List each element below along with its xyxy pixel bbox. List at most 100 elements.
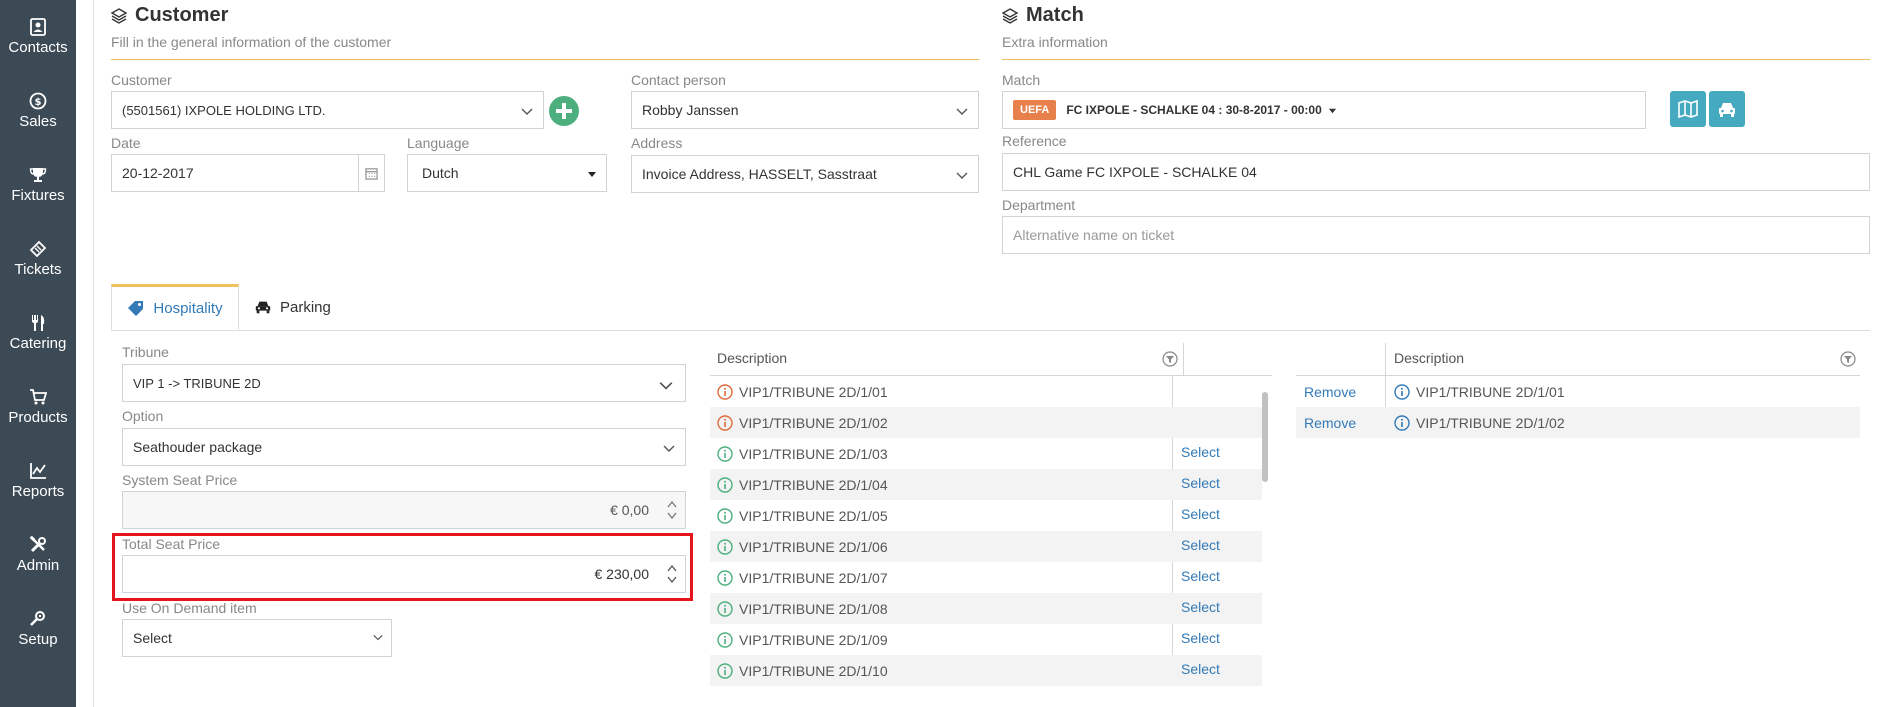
- info-icon[interactable]: [717, 631, 733, 648]
- sidebar: Contacts $ Sales Fixtures Tickets Cateri…: [0, 0, 76, 707]
- table-row: VIP1/TRIBUNE 2D/1/07: [710, 562, 1262, 593]
- total-seat-price-value: € 230,00: [594, 566, 650, 582]
- system-seat-price-value: € 0,00: [610, 502, 649, 518]
- table-row: VIP1/TRIBUNE 2D/1/09: [710, 624, 1262, 655]
- calendar-button[interactable]: [358, 155, 384, 191]
- sidebar-item-tickets[interactable]: Tickets: [0, 222, 76, 296]
- sidebar-item-contacts[interactable]: Contacts: [0, 0, 76, 74]
- info-icon[interactable]: [717, 662, 733, 679]
- tab-parking[interactable]: Parking: [254, 284, 354, 330]
- selected-seat-cell: VIP1/TRIBUNE 2D/1/02: [1394, 415, 1565, 431]
- selected-seat-cell: VIP1/TRIBUNE 2D/1/01: [1394, 384, 1565, 400]
- table-row: VIP1/TRIBUNE 2D/1/04: [710, 469, 1262, 500]
- address-select[interactable]: Invoice Address, HASSELT, Sasstraat: [631, 155, 979, 193]
- chevron-up-icon[interactable]: [667, 565, 677, 572]
- car-icon: [255, 301, 271, 314]
- chevron-down-icon: [521, 108, 533, 115]
- tribune-select[interactable]: VIP 1 -> TRIBUNE 2D: [122, 364, 686, 402]
- info-icon[interactable]: [717, 414, 733, 431]
- tab-strip-border: [111, 330, 1870, 331]
- setup-icon: [30, 611, 45, 626]
- info-icon[interactable]: [717, 383, 733, 400]
- sidebar-item-catering[interactable]: Catering: [0, 296, 76, 370]
- selected-description-header: Description: [1394, 350, 1465, 366]
- option-select[interactable]: Seathouder package: [122, 428, 686, 466]
- dollar-icon: $: [29, 92, 47, 110]
- on-demand-select[interactable]: Select: [122, 619, 392, 657]
- system-seat-price-label: System Seat Price: [122, 472, 238, 488]
- table-row: VIP1/TRIBUNE 2D/1/01: [710, 376, 1262, 407]
- select-seat-link[interactable]: Select: [1181, 599, 1220, 615]
- info-icon[interactable]: [717, 538, 733, 555]
- chevron-up-icon[interactable]: [667, 501, 677, 508]
- on-demand-label: Use On Demand item: [122, 600, 257, 616]
- language-select[interactable]: Dutch: [407, 154, 607, 192]
- select-seat-link[interactable]: Select: [1181, 444, 1220, 460]
- table-row: Remove VIP1/TRIBUNE 2D/1/02: [1296, 407, 1860, 438]
- seat-description: VIP1/TRIBUNE 2D/1/03: [739, 445, 888, 462]
- filter-icon[interactable]: [1162, 351, 1178, 367]
- select-seat-link[interactable]: Select: [1181, 661, 1220, 677]
- system-seat-price-spinner[interactable]: [659, 492, 685, 528]
- chevron-down-icon: [956, 172, 968, 179]
- seat-description: VIP1/TRIBUNE 2D/1/04: [739, 476, 888, 493]
- info-icon[interactable]: [1394, 414, 1410, 431]
- sidebar-item-products[interactable]: Products: [0, 370, 76, 444]
- remove-seat-link[interactable]: Remove: [1304, 384, 1356, 400]
- system-seat-price-input[interactable]: € 0,00: [122, 491, 686, 529]
- chart-icon: [30, 463, 46, 479]
- select-seat-link[interactable]: Select: [1181, 630, 1220, 646]
- sidebar-item-fixtures[interactable]: Fixtures: [0, 148, 76, 222]
- sidebar-item-reports[interactable]: Reports: [0, 444, 76, 518]
- select-seat-link[interactable]: Select: [1181, 537, 1220, 553]
- cutlery-icon: [32, 315, 45, 331]
- layers-icon: [111, 7, 127, 24]
- sidebar-item-admin[interactable]: Admin: [0, 518, 76, 592]
- chevron-down-icon[interactable]: [667, 576, 677, 583]
- info-icon[interactable]: [717, 569, 733, 586]
- contacts-icon: [30, 18, 46, 36]
- map-button[interactable]: [1670, 91, 1706, 127]
- select-seat-link[interactable]: Select: [1181, 568, 1220, 584]
- cart-icon: [30, 389, 47, 405]
- remove-seat-link[interactable]: Remove: [1304, 415, 1356, 431]
- select-seat-link[interactable]: Select: [1181, 506, 1220, 522]
- tools-icon: [29, 536, 46, 553]
- chevron-down-icon: [663, 445, 675, 452]
- seat-description: VIP1/TRIBUNE 2D/1/09: [739, 631, 888, 648]
- sidebar-item-sales[interactable]: $ Sales: [0, 74, 76, 148]
- tab-hospitality[interactable]: Hospitality: [111, 284, 239, 330]
- ticket-icon: [29, 240, 47, 258]
- department-label: Department: [1002, 197, 1076, 213]
- match-select[interactable]: UEFA FC IXPOLE - SCHALKE 04 : 30-8-2017 …: [1002, 91, 1646, 129]
- info-icon[interactable]: [1394, 383, 1410, 400]
- date-field[interactable]: 20-12-2017: [111, 154, 385, 192]
- filter-icon[interactable]: [1840, 351, 1856, 367]
- sidebar-item-label: Contacts: [8, 39, 68, 56]
- scrollbar-thumb[interactable]: [1262, 392, 1268, 482]
- info-icon[interactable]: [717, 445, 733, 462]
- select-seat-link[interactable]: Select: [1181, 475, 1220, 491]
- info-icon[interactable]: [717, 600, 733, 617]
- department-input[interactable]: Alternative name on ticket: [1002, 216, 1870, 254]
- contact-person-select[interactable]: Robby Janssen: [631, 91, 979, 129]
- option-label: Option: [122, 408, 164, 424]
- sidebar-item-setup[interactable]: Setup: [0, 592, 76, 666]
- customer-select[interactable]: (5501561) IXPOLE HOLDING LTD.: [111, 91, 544, 129]
- chevron-down-icon[interactable]: [667, 512, 677, 519]
- date-value: 20-12-2017: [122, 165, 194, 181]
- table-row: VIP1/TRIBUNE 2D/1/06: [710, 531, 1262, 562]
- available-description-header: Description: [717, 350, 788, 366]
- contact-person-label: Contact person: [631, 72, 726, 88]
- total-seat-price-input[interactable]: € 230,00: [122, 555, 686, 593]
- info-icon[interactable]: [717, 476, 733, 493]
- reference-input[interactable]: CHL Game FC IXPOLE - SCHALKE 04: [1002, 153, 1870, 191]
- car-button[interactable]: [1709, 91, 1745, 127]
- total-seat-price-spinner[interactable]: [659, 556, 685, 592]
- caret-down-icon: [1328, 108, 1336, 113]
- match-section-title: Match: [1002, 4, 1084, 27]
- sidebar-item-label: Setup: [18, 631, 58, 648]
- sidebar-item-label: Fixtures: [11, 187, 65, 204]
- add-customer-button[interactable]: [549, 96, 579, 126]
- info-icon[interactable]: [717, 507, 733, 524]
